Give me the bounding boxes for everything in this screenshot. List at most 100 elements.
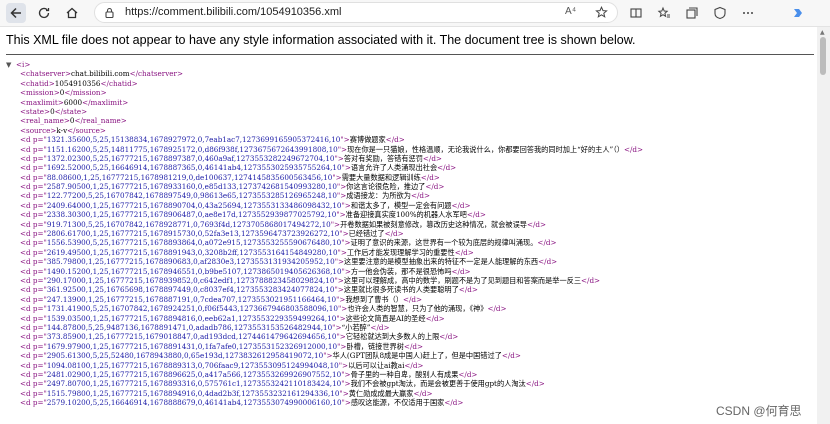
collections-icon[interactable] — [682, 3, 702, 23]
danmaku-line: <d p="361.92500,1,25,16765698,1678897449… — [6, 285, 816, 294]
d-p-value: 2338.30300,1,25,16777215,1678906487,0,ae… — [46, 210, 337, 220]
d-text: 卧槽，链接世界树 — [346, 341, 404, 351]
split-screen-icon[interactable] — [626, 3, 646, 23]
home-icon[interactable] — [62, 3, 82, 23]
danmaku-line: <d p="1490.15200,1,25,16777215,167894655… — [6, 267, 816, 276]
d-close-tag: </d> — [458, 369, 478, 379]
d-mid-tag: "> — [341, 379, 351, 389]
d-close-tag: </d> — [581, 275, 601, 285]
danmaku-line: <d p="373.85900,1,25,16777215,1679018847… — [6, 332, 816, 341]
scroll-up-icon[interactable]: ▲ — [820, 29, 825, 36]
d-text: 开卷数据如果被刻意修改，篡改历史这种情况，就会被误导 — [340, 219, 527, 229]
d-text: 骨子里的一种自卑，酸别人有成果 — [350, 369, 459, 379]
d-open-tag: <d p=" — [20, 294, 47, 304]
meta-line: <chatserver>chat.bilibili.com</chatserve… — [6, 69, 816, 78]
copilot-icon[interactable] — [788, 3, 808, 23]
collapse-triangle-icon[interactable]: ▼ — [6, 61, 16, 69]
d-mid-tag: "> — [336, 210, 346, 220]
d-close-tag: </d> — [487, 304, 507, 314]
d-mid-tag: "> — [341, 238, 351, 248]
danmaku-line: <d p="88.08600,1,25,16777215,1678981219,… — [6, 173, 816, 182]
meta-close-tag: </chatserver> — [129, 69, 184, 79]
danmaku-line: <d p="2497.80700,1,25,16777215,167889331… — [6, 379, 816, 388]
d-close-tag: </d> — [501, 351, 521, 361]
d-close-tag: </d> — [623, 144, 644, 154]
d-open-tag: <d p=" — [20, 257, 47, 267]
d-open-tag: <d p=" — [20, 332, 47, 342]
d-open-tag: <d p=" — [20, 247, 47, 257]
d-close-tag: </d> — [525, 379, 545, 389]
d-text: 语言允许了人类涌现出社会 — [350, 163, 438, 173]
d-text: 它轻松就达到大多数人的上限 — [345, 332, 440, 342]
d-text: 证明了意识的来源，这世界有一个较为底层的规律叫涌现。 — [350, 238, 538, 248]
scrollbar-thumb[interactable] — [820, 37, 826, 75]
d-open-tag: <d p=" — [20, 388, 47, 398]
d-mid-tag: "> — [336, 313, 346, 323]
d-close-tag: </d> — [404, 360, 424, 370]
d-mid-tag: "> — [339, 388, 349, 398]
watermark: CSDN @何育思 — [716, 404, 802, 418]
d-close-tag: </d> — [385, 135, 405, 145]
d-text: 答对有奖励，答错有惩罚 — [343, 153, 423, 163]
d-open-tag: <d p=" — [20, 266, 47, 276]
meta-line: <maxlimit>6000</maxlimit> — [6, 98, 816, 107]
refresh-icon[interactable] — [34, 3, 54, 23]
browser-toolbar: https://comment.bilibili.com/1054910356.… — [0, 0, 830, 27]
danmaku-line: <d p="1692.52000,5,25,16646914,167888736… — [6, 163, 816, 172]
menu-dots-icon[interactable] — [738, 3, 758, 23]
d-text: 这里要注意的是模型抽象出来的特征不一定是人能理解的东西 — [344, 257, 539, 267]
d-text: 这里可以理解成，高中的数学，刷题不是为了见到题目和答案而是举一反三 — [343, 275, 582, 285]
d-mid-tag: "> — [334, 285, 344, 295]
d-mid-tag: "> — [337, 247, 347, 257]
d-mid-tag: "> — [334, 275, 344, 285]
d-close-tag: </d> — [526, 219, 547, 229]
meta-open-tag: <chatid> — [20, 78, 55, 88]
d-close-tag: </d> — [402, 294, 423, 304]
favorite-star-icon[interactable] — [595, 6, 608, 19]
d-p-value: 2409.64000,1,25,16777215,1678890704,0,43… — [46, 200, 342, 210]
d-mid-tag: "> — [341, 200, 351, 210]
vertical-scrollbar[interactable]: ▲ — [817, 27, 830, 424]
d-mid-tag: "> — [338, 360, 349, 370]
meta-open-tag: <maxlimit> — [20, 97, 64, 107]
danmaku-line: <d p="2579.10200,5,25,16646914,167888867… — [6, 398, 816, 407]
back-icon[interactable] — [6, 3, 26, 23]
d-p-value: 2481.02900,1,25,16777215,1678896625,0,a4… — [46, 369, 342, 379]
root-open-line: ▼ <i> — [6, 60, 816, 69]
meta-value: k-v — [56, 125, 68, 135]
danmaku-line: <d p="1094.08100,1,25,16777215,167888931… — [6, 361, 816, 370]
url-text[interactable]: https://comment.bilibili.com/1054910356.… — [125, 6, 341, 18]
browser-essentials-icon[interactable] — [710, 3, 730, 23]
d-p-value: 1094.08100,1,25,16777215,1678889313,0,70… — [46, 360, 339, 370]
d-open-tag: <d p=" — [20, 351, 47, 361]
d-open-tag: <d p=" — [20, 172, 47, 182]
d-mid-tag: "> — [341, 163, 351, 173]
d-p-value: 2905.61300,5,25,52480,1678943880,0,65e19… — [46, 351, 324, 361]
d-mid-tag: "> — [336, 332, 346, 342]
d-open-tag: <d p=" — [20, 313, 47, 323]
d-mid-tag: "> — [341, 398, 351, 408]
d-text: 华人(GPT团队8成是中国人)赶上了，但是中国错过了 — [332, 351, 502, 361]
meta-line: <source>k-v</source> — [6, 126, 816, 135]
d-mid-tag: "> — [334, 257, 345, 267]
d-mid-tag: "> — [340, 135, 350, 145]
d-text: 需要大量数据和逻辑训练 — [341, 172, 421, 182]
d-text: 也许会人类的智慧，只为了他的涌现，《神》 — [347, 304, 488, 314]
favorites-icon[interactable] — [654, 3, 674, 23]
d-p-value: 361.92500,1,25,16765698,1678897449,0,c80… — [46, 285, 335, 295]
address-bar[interactable]: https://comment.bilibili.com/1054910356.… — [94, 2, 618, 23]
d-p-value: 88.08600,1,25,16777215,1678981219,0,de10… — [46, 172, 333, 182]
meta-close-tag: </chatid> — [100, 78, 138, 88]
d-p-value: 919.71300,5,25,16707842,1678928771,0,769… — [46, 219, 331, 229]
d-open-tag: <d p=" — [20, 369, 47, 379]
d-close-tag: </d> — [370, 322, 390, 332]
meta-value: chat.bilibili.com — [71, 69, 130, 79]
danmaku-line: <d p="1539.03500,1,25,16777215,167889481… — [6, 314, 816, 323]
read-aloud-icon[interactable]: A⁴ — [565, 6, 576, 17]
d-text: 这里就比很多死读书的人类要聪明了 — [343, 285, 459, 295]
d-p-value: 2497.80700,1,25,16777215,1678893316,0,57… — [46, 379, 342, 389]
d-p-value: 2579.10200,5,25,16646914,1678888679,0,46… — [46, 398, 342, 408]
root-open-tag: <i> — [16, 60, 31, 69]
danmaku-line: <d p="1731.41900,5,25,16707842,167892425… — [6, 304, 816, 313]
d-open-tag: <d p=" — [20, 163, 47, 173]
